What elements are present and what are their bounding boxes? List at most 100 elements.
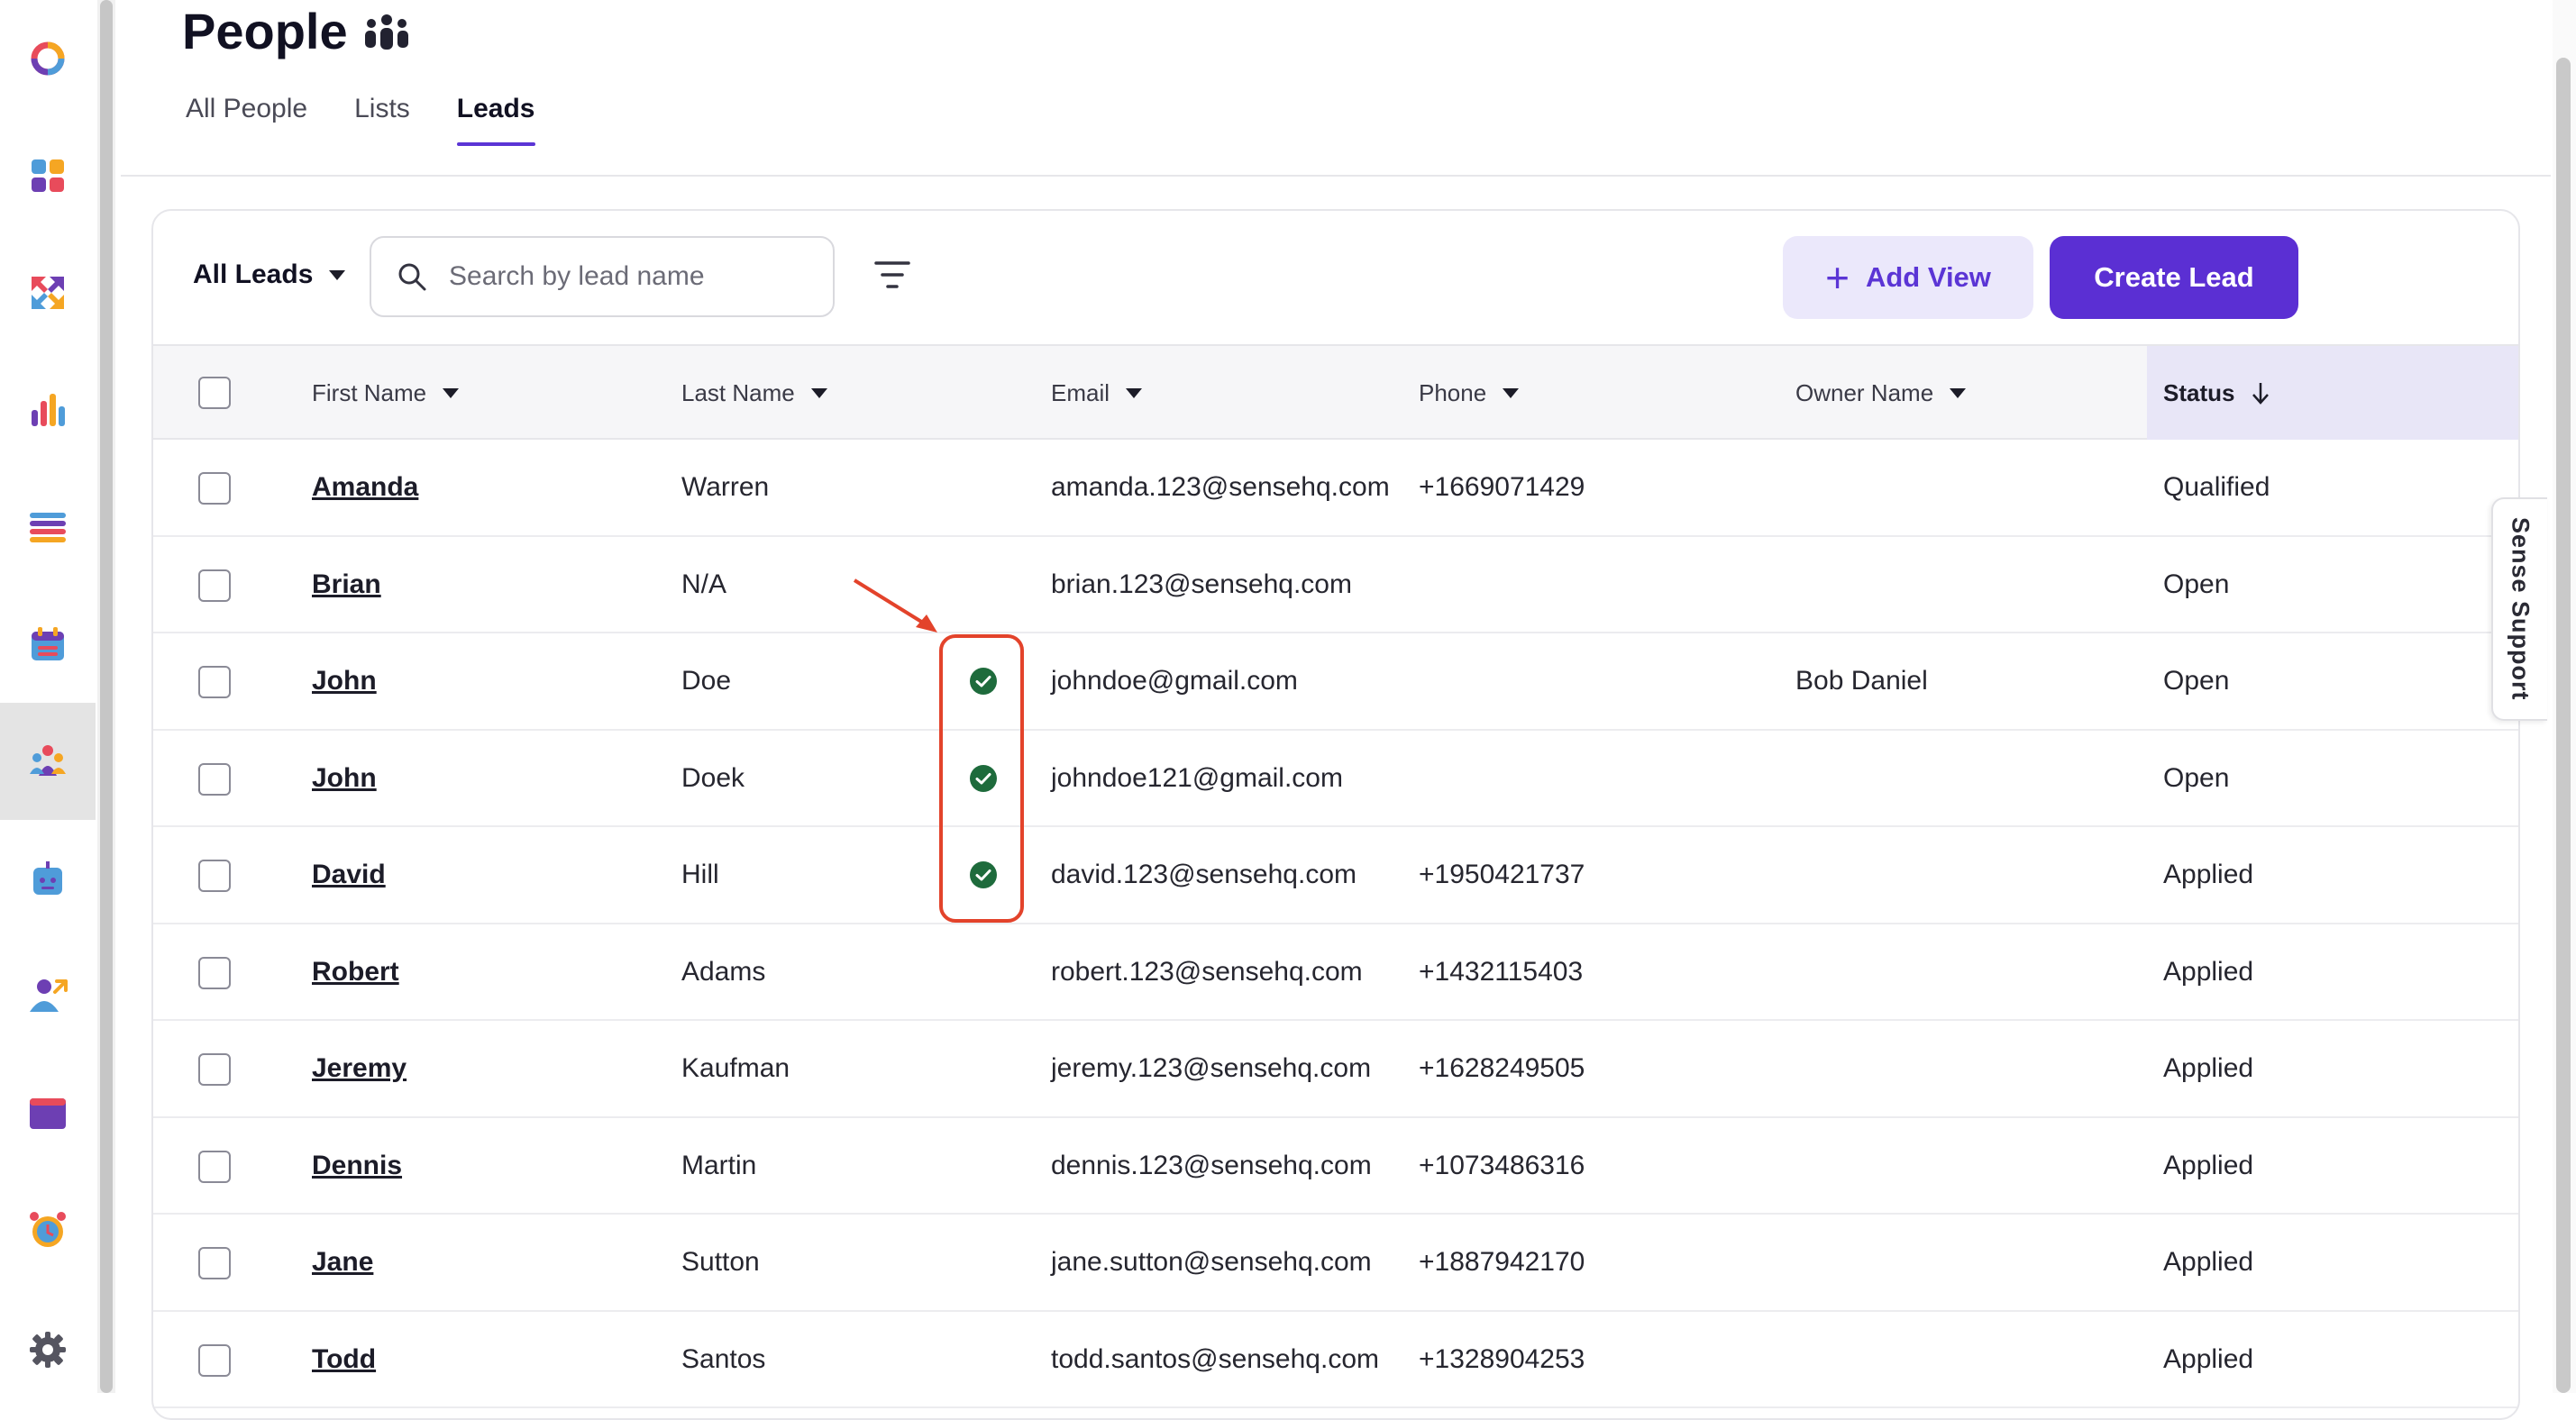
status-cell: Qualified <box>2163 472 2270 502</box>
status-cell: Applied <box>2163 1247 2254 1277</box>
header-divider <box>121 175 2551 177</box>
column-header-label: First Name <box>312 378 427 406</box>
column-header-last-name[interactable]: Last Name <box>681 346 827 440</box>
column-header-phone[interactable]: Phone <box>1419 346 1520 440</box>
email-cell: dennis.123@sensehq.com <box>1051 1150 1372 1180</box>
row-checkbox[interactable] <box>198 1247 231 1279</box>
status-cell: Open <box>2163 666 2230 696</box>
table-row[interactable]: Robert Adams robert.123@sensehq.com +143… <box>153 924 2518 1021</box>
search-box[interactable] <box>370 236 835 317</box>
phone-cell: +1950421737 <box>1419 860 1585 889</box>
first-name-link[interactable]: Dennis <box>312 1118 402 1214</box>
phone-cell: +1669071429 <box>1419 472 1585 502</box>
dashboard-icon[interactable] <box>0 117 96 234</box>
row-checkbox[interactable] <box>198 762 231 796</box>
row-checkbox[interactable] <box>198 956 231 989</box>
search-input[interactable] <box>447 260 811 293</box>
page-scrollbar[interactable] <box>2553 0 2576 1393</box>
toolbar: All Leads + Add View Create Lead <box>153 211 2518 344</box>
analytics-icon[interactable] <box>0 351 96 469</box>
chevron-down-icon <box>1126 387 1143 398</box>
select-all-checkbox[interactable] <box>198 377 231 409</box>
table-row[interactable]: John Doe johndoe@gmail.com Bob Daniel Op… <box>153 633 2518 731</box>
sidebar-scrollbar[interactable] <box>97 0 115 1393</box>
email-cell: johndoe@gmail.com <box>1051 666 1298 696</box>
referral-icon[interactable] <box>0 937 96 1054</box>
people-icon[interactable] <box>0 703 96 820</box>
column-header-label: Owner Name <box>1795 378 1934 406</box>
status-cell: Applied <box>2163 1150 2254 1180</box>
chevron-down-icon <box>1503 387 1520 398</box>
tab-leads[interactable]: Leads <box>456 94 535 146</box>
column-header-label: Last Name <box>681 378 795 406</box>
annotation-highlight-box <box>939 634 1024 923</box>
last-name-cell: Hill <box>681 860 719 889</box>
column-header-email[interactable]: Email <box>1051 346 1143 440</box>
column-header-first-name[interactable]: First Name <box>312 346 460 440</box>
table-row[interactable]: Jeremy Kaufman jeremy.123@sensehq.com +1… <box>153 1021 2518 1118</box>
first-name-link[interactable]: John <box>312 731 377 826</box>
status-cell: Applied <box>2163 1053 2254 1083</box>
row-checkbox[interactable] <box>198 569 231 602</box>
sense-support-tab[interactable]: Sense Support <box>2491 497 2547 721</box>
table-header: First Name Last Name Email Phone Owner N… <box>153 344 2518 440</box>
first-name-link[interactable]: Jeremy <box>312 1021 406 1116</box>
row-checkbox[interactable] <box>198 1343 231 1377</box>
table-row[interactable]: Jane Sutton jane.sutton@sensehq.com +188… <box>153 1215 2518 1312</box>
people-group-icon <box>364 14 408 50</box>
table-row[interactable]: John Doek johndoe121@gmail.com Open <box>153 731 2518 827</box>
phone-cell: +1628249505 <box>1419 1053 1585 1083</box>
annotation-arrow <box>853 578 937 633</box>
row-checkbox[interactable] <box>198 472 231 505</box>
status-cell: Applied <box>2163 860 2254 889</box>
last-name-cell: N/A <box>681 569 727 599</box>
email-cell: jeremy.123@sensehq.com <box>1051 1053 1372 1083</box>
column-header-status[interactable]: Status <box>2147 346 2518 440</box>
view-selector-label: All Leads <box>193 259 314 289</box>
chevron-down-icon <box>810 387 827 398</box>
first-name-link[interactable]: John <box>312 633 377 729</box>
table-row[interactable]: Brian N/A brian.123@sensehq.com Open <box>153 537 2518 633</box>
view-selector-dropdown[interactable]: All Leads <box>193 259 346 290</box>
first-name-link[interactable]: Robert <box>312 924 399 1020</box>
tab-all-people[interactable]: All People <box>186 94 307 146</box>
email-cell: jane.sutton@sensehq.com <box>1051 1247 1372 1277</box>
row-checkbox[interactable] <box>198 1053 231 1086</box>
chevron-down-icon <box>443 387 460 398</box>
tab-lists[interactable]: Lists <box>354 94 410 146</box>
chatbot-icon[interactable] <box>0 820 96 937</box>
row-checkbox[interactable] <box>198 860 231 892</box>
last-name-cell: Sutton <box>681 1247 760 1277</box>
list-icon[interactable] <box>0 469 96 586</box>
logo-icon[interactable] <box>0 0 96 117</box>
window-icon[interactable] <box>0 1054 96 1171</box>
first-name-link[interactable]: Jane <box>312 1215 373 1310</box>
table-row[interactable]: Dennis Martin dennis.123@sensehq.com +10… <box>153 1118 2518 1215</box>
table-row[interactable]: Todd Santos todd.santos@sensehq.com +132… <box>153 1312 2518 1408</box>
table-row[interactable]: Amanda Warren amanda.123@sensehq.com +16… <box>153 440 2518 537</box>
email-cell: david.123@sensehq.com <box>1051 860 1357 889</box>
settings-icon[interactable] <box>0 1306 96 1393</box>
first-name-link[interactable]: Amanda <box>312 440 418 535</box>
row-checkbox[interactable] <box>198 666 231 698</box>
first-name-link[interactable]: Brian <box>312 537 381 633</box>
column-header-label: Status <box>2163 378 2235 406</box>
integrations-icon[interactable] <box>0 234 96 351</box>
column-header-label: Email <box>1051 378 1110 406</box>
filter-icon[interactable] <box>872 258 912 294</box>
first-name-link[interactable]: David <box>312 827 386 923</box>
status-cell: Open <box>2163 762 2230 793</box>
table-row[interactable]: David Hill david.123@sensehq.com +195042… <box>153 827 2518 924</box>
column-header-owner-name[interactable]: Owner Name <box>1795 346 1967 440</box>
chevron-down-icon <box>1950 387 1967 398</box>
create-lead-button[interactable]: Create Lead <box>2050 236 2298 319</box>
row-checkbox[interactable] <box>198 1150 231 1183</box>
search-icon <box>398 263 426 291</box>
calendar-icon[interactable] <box>0 586 96 703</box>
add-view-label: Add View <box>1865 261 1991 293</box>
leads-card: All Leads + Add View Create Lead First N… <box>151 209 2520 1420</box>
alarm-clock-icon[interactable] <box>0 1171 96 1288</box>
add-view-button[interactable]: + Add View <box>1783 236 2033 319</box>
table-body: Amanda Warren amanda.123@sensehq.com +16… <box>153 440 2518 1408</box>
page-title-text: People <box>182 3 348 59</box>
